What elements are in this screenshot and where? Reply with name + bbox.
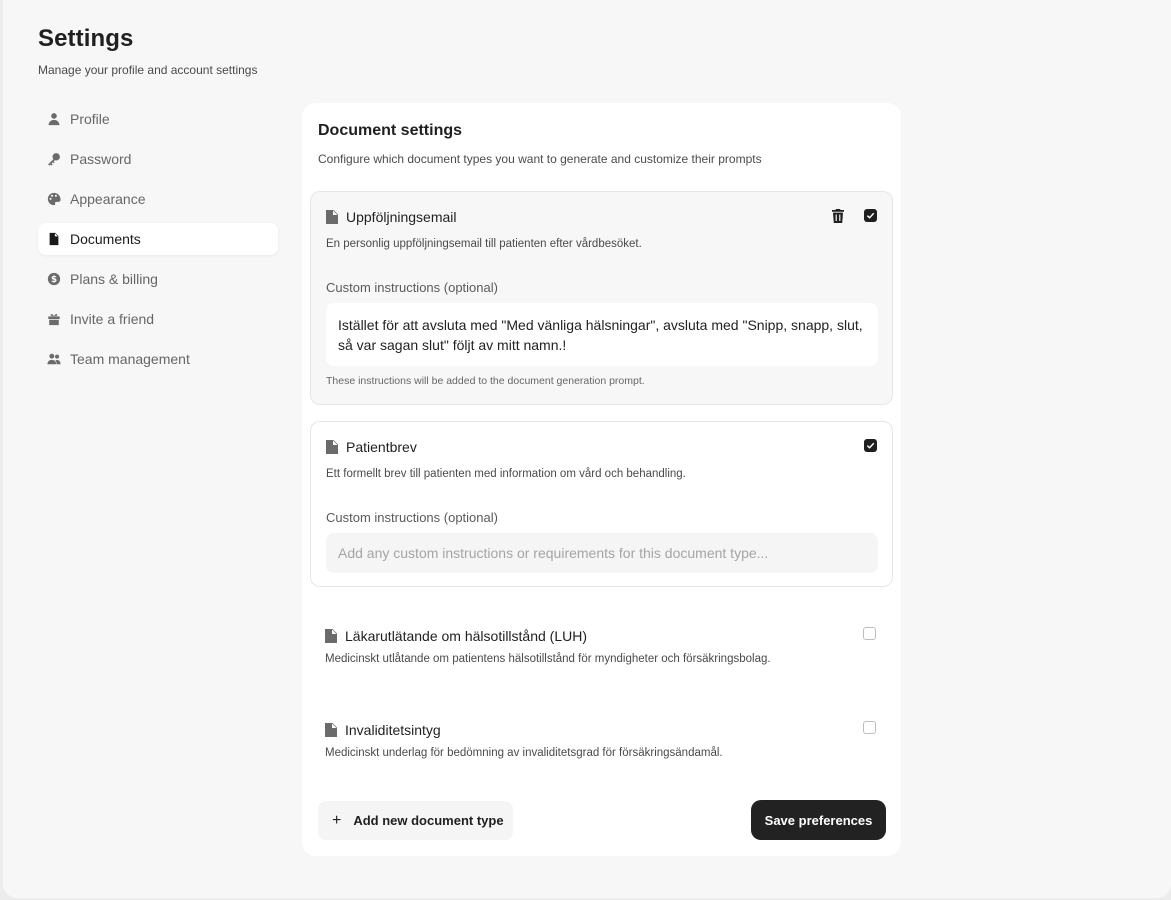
document-card-patientbrev: Patientbrev Ett formellt brev till patie… xyxy=(310,421,893,587)
panel-description: Configure which document types you want … xyxy=(318,152,762,166)
trash-icon[interactable] xyxy=(832,209,844,223)
enable-checkbox[interactable] xyxy=(864,209,877,222)
custom-instructions-label: Custom instructions (optional) xyxy=(326,280,498,295)
sidebar-item-profile[interactable]: Profile xyxy=(38,103,278,135)
custom-instructions-textarea[interactable]: Add any custom instructions or requireme… xyxy=(326,533,878,573)
document-icon xyxy=(326,440,340,454)
custom-instructions-label: Custom instructions (optional) xyxy=(326,510,498,525)
sidebar-item-label: Plans & billing xyxy=(70,271,158,287)
sidebar-item-team-management[interactable]: Team management xyxy=(38,343,278,375)
app-frame: Settings Manage your profile and account… xyxy=(3,0,1171,898)
users-icon xyxy=(46,351,62,367)
sidebar-item-label: Profile xyxy=(70,111,110,127)
document-name: Invaliditetsintyg xyxy=(345,722,441,738)
document-description: Ett formellt brev till patienten med inf… xyxy=(326,468,686,480)
enable-checkbox[interactable] xyxy=(864,439,877,452)
document-card-luh: Läkarutlätande om hälsotillstånd (LUH) M… xyxy=(310,611,893,681)
settings-sidebar: Profile Password Appearance Documents $ … xyxy=(38,103,278,383)
document-name: Läkarutlätande om hälsotillstånd (LUH) xyxy=(345,628,588,644)
sidebar-item-documents[interactable]: Documents xyxy=(38,223,278,255)
page-subtitle: Manage your profile and account settings xyxy=(38,63,258,77)
user-icon xyxy=(46,111,62,127)
document-name: Patientbrev xyxy=(346,439,417,455)
document-icon xyxy=(46,231,62,247)
sidebar-item-plans-billing[interactable]: $ Plans & billing xyxy=(38,263,278,295)
sidebar-item-label: Password xyxy=(70,151,132,167)
document-description: En personlig uppföljningsemail till pati… xyxy=(326,238,642,250)
sidebar-item-label: Documents xyxy=(70,231,141,247)
custom-instructions-textarea[interactable]: Istället för att avsluta med "Med vänlig… xyxy=(326,303,878,366)
enable-checkbox[interactable] xyxy=(863,721,876,734)
sidebar-item-password[interactable]: Password xyxy=(38,143,278,175)
gift-icon xyxy=(46,311,62,327)
document-icon xyxy=(326,210,340,224)
save-preferences-button[interactable]: Save preferences xyxy=(751,800,886,840)
panel-title: Document settings xyxy=(318,122,463,139)
key-icon xyxy=(46,151,62,167)
page-title: Settings xyxy=(38,25,134,52)
sidebar-item-label: Team management xyxy=(70,351,190,367)
document-icon xyxy=(325,629,339,643)
document-description: Medicinskt utlåtande om patientens hälso… xyxy=(325,653,771,665)
document-description: Medicinskt underlag för bedömning av inv… xyxy=(325,747,723,759)
dollar-icon: $ xyxy=(46,271,62,287)
add-document-type-button[interactable]: + Add new document type xyxy=(318,801,513,840)
document-name: Uppföljningsemail xyxy=(346,209,457,225)
document-card-uppfoljningsemail: Uppföljningsemail En personlig uppföljni… xyxy=(310,191,893,405)
enable-checkbox[interactable] xyxy=(863,627,876,640)
svg-text:$: $ xyxy=(51,275,57,285)
sidebar-item-invite-friend[interactable]: Invite a friend xyxy=(38,303,278,335)
instructions-hint: These instructions will be added to the … xyxy=(326,375,645,387)
document-settings-panel: Document settings Configure which docume… xyxy=(302,103,901,856)
document-icon xyxy=(325,723,339,737)
plus-icon: + xyxy=(332,811,342,829)
palette-icon xyxy=(46,191,62,207)
sidebar-item-appearance[interactable]: Appearance xyxy=(38,183,278,215)
sidebar-item-label: Invite a friend xyxy=(70,311,155,327)
document-card-invaliditetsintyg: Invaliditetsintyg Medicinskt underlag fö… xyxy=(310,705,893,775)
sidebar-item-label: Appearance xyxy=(70,191,146,207)
add-document-type-label: Add new document type xyxy=(353,813,504,828)
